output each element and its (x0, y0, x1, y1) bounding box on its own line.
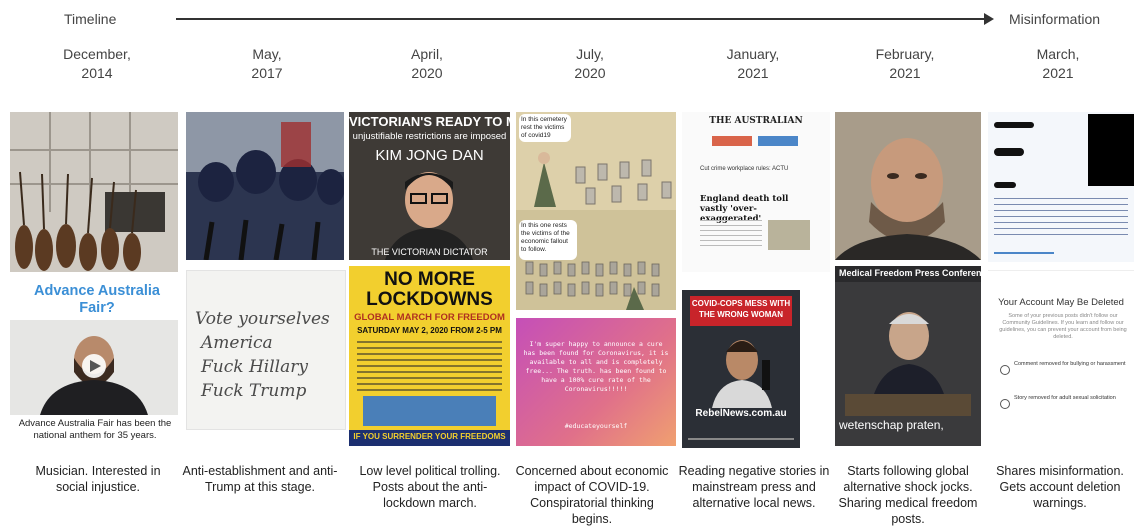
no-more-lockdowns-poster: NO MORE LOCKDOWNS GLOBAL MARCH FOR FREED… (349, 266, 510, 446)
caption-col-3: Low level political trolling. Posts abou… (359, 464, 501, 510)
guitar-shop-photo (10, 112, 178, 272)
anthem-title: Advance Australia Fair? (34, 283, 160, 316)
comment-icon (1000, 365, 1010, 375)
date-col-3: April, 2020 (411, 46, 443, 81)
kim-jong-dan-meme: VICTORIAN'S READY TO M unjustifiable res… (349, 112, 510, 260)
arrow-head-icon (984, 13, 994, 25)
caption-col-4: Concerned about economic impact of COVID… (515, 464, 669, 526)
redacted-message-screenshot (988, 112, 1134, 262)
medical-freedom-press-video[interactable]: Medical Freedom Press Conferen wetenscha… (835, 266, 981, 446)
shock-jock-photo (835, 112, 981, 260)
timeline-end-label: Misinformation (1009, 11, 1101, 27)
anthem-caption: Advance Australia Fair has been the nati… (18, 418, 172, 441)
timeline-start-label: Timeline (64, 11, 117, 27)
date-col-2: May, 2017 (251, 46, 283, 81)
riot-police-photo (186, 112, 344, 260)
caption-col-1: Musician. Interested in social injustice… (35, 464, 161, 494)
rebel-news-video[interactable]: COVID-COPS MESS WITH THE WRONG WOMAN Reb… (682, 290, 800, 448)
date-col-1: December, 2014 (63, 46, 131, 81)
date-col-5: January, 2021 (726, 46, 780, 81)
date-col-6: February, 2021 (875, 46, 935, 81)
caption-col-7: Shares misinformation. Gets account dele… (996, 464, 1124, 510)
story-icon (1000, 399, 1010, 409)
cemetery-cartoon: In this cemetery rest the victims of cov… (516, 112, 676, 310)
date-col-7: March, 2021 (1036, 46, 1080, 81)
caption-col-5: Reading negative stories in mainstream p… (678, 464, 830, 510)
date-col-4: July, 2020 (574, 46, 606, 81)
caption-col-6: Starts following global alternative shoc… (838, 464, 978, 526)
timeline-arrow-line (176, 18, 986, 20)
handwritten-note-photo: Vote yourselves America Fuck Hillary Fuc… (186, 270, 346, 430)
caption-col-2: Anti-establishment and anti-Trump at thi… (182, 464, 338, 494)
the-australian-article: THE AUSTRALIAN Cut crime workplace rules… (682, 112, 830, 272)
account-deletion-warning: Your Account May Be Deleted Some of your… (988, 270, 1134, 449)
cure-post-image: I'm super happy to announce a cure has b… (516, 318, 676, 446)
anthem-video-still[interactable] (10, 320, 178, 415)
